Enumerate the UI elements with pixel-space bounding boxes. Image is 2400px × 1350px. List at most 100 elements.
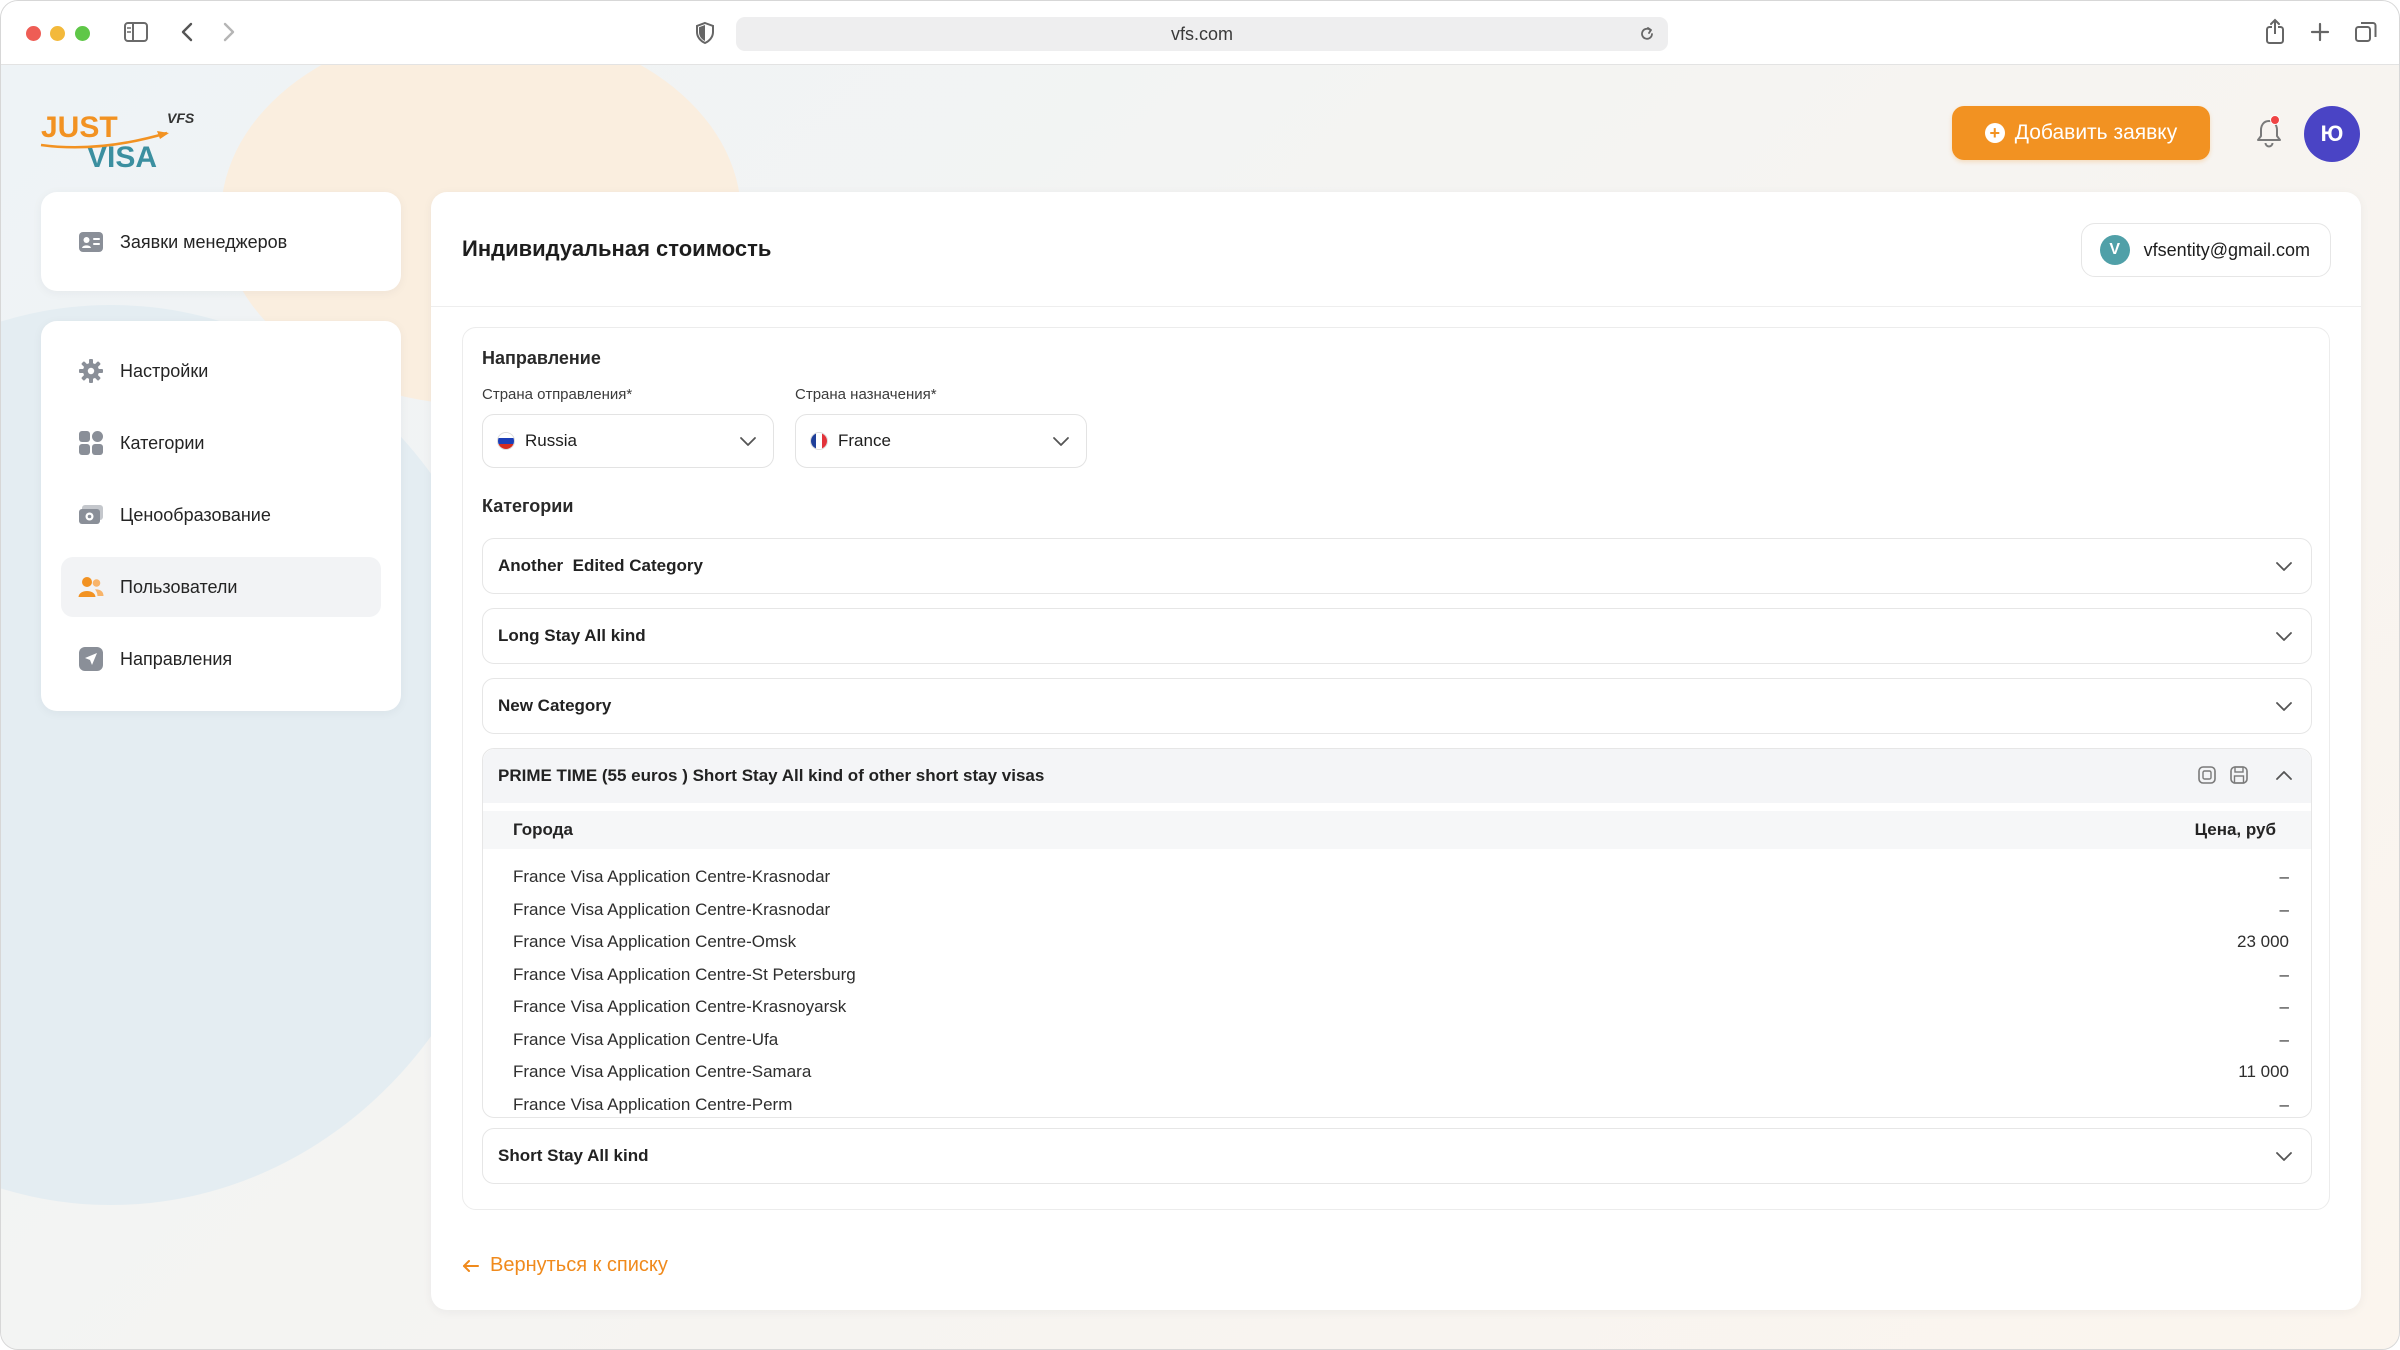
sidebar-item-label: Ценообразование [120, 504, 271, 525]
row-price: – [2279, 1094, 2289, 1114]
row-price: 23 000 [2237, 932, 2289, 952]
row-city: France Visa Application Centre-Krasnoyar… [513, 997, 847, 1017]
direction-section-label: Направление [482, 348, 601, 368]
category-header[interactable]: Short Stay All kind [483, 1129, 2311, 1183]
reload-icon[interactable] [1638, 25, 1656, 43]
row-city: France Visa Application Centre-Ufa [513, 1029, 779, 1049]
row-city: France Visa Application Centre-Krasnodar [513, 899, 831, 919]
shield-icon [696, 21, 714, 45]
column-cities: Города [513, 820, 573, 839]
chevron-down-icon [2276, 702, 2292, 711]
logo-tag: VFS [167, 110, 195, 126]
table-row[interactable]: France Visa Application Centre-St Peters… [483, 959, 2311, 992]
users-icon [78, 577, 104, 597]
category-name: New Category [498, 696, 612, 715]
table-row[interactable]: France Visa Application Centre-Krasnodar… [483, 861, 2311, 894]
sidebar-item-label: Настройки [120, 360, 209, 381]
russia-flag-icon [497, 432, 515, 450]
add-request-label: Добавить заявку [2014, 121, 2178, 144]
table-row[interactable]: France Visa Application Centre-Omsk 23 0… [483, 926, 2311, 959]
sidebar-item-categories[interactable]: Категории [61, 413, 381, 473]
row-price: – [2279, 964, 2289, 984]
url-text: vfs.com [1170, 24, 1233, 44]
user-email: vfsentity@gmail.com [2143, 239, 2310, 260]
header-divider [431, 306, 2361, 307]
forward-arrow-icon[interactable] [219, 19, 239, 45]
page-content: JUST VISA VFS + Добавить заявку Ю Заявки… [1, 65, 2399, 1349]
pricing-form: Направление Страна отправления* Russia С… [462, 327, 2330, 1210]
destination-country-select[interactable]: France [795, 414, 1087, 468]
category-name: Short Stay All kind [498, 1146, 649, 1165]
add-request-button[interactable]: + Добавить заявку [1952, 106, 2210, 160]
save-icon[interactable] [2229, 765, 2249, 785]
back-arrow-icon[interactable] [177, 19, 197, 45]
category-accordion: Short Stay All kind [482, 1128, 2312, 1184]
plus-circle-icon: + [1984, 123, 2005, 143]
new-tab-icon[interactable] [2309, 21, 2331, 43]
close-window-button[interactable] [26, 26, 41, 41]
category-header[interactable]: New Category [483, 679, 2311, 733]
category-accordion-open: PRIME TIME (55 euros ) Short Stay All ki… [482, 748, 2312, 1118]
browser-window: vfs.com JUST VISA VFS + Добавить заявку … [0, 0, 2400, 1350]
row-city: France Visa Application Centre-Samara [513, 1062, 812, 1082]
chevron-down-icon [2276, 1152, 2292, 1161]
row-price: – [2279, 997, 2289, 1017]
just-visa-logo[interactable]: JUST VISA VFS [39, 105, 199, 173]
category-accordion: Another Edited Category [482, 538, 2312, 594]
chevron-down-icon [1053, 437, 1069, 446]
category-tools [2197, 765, 2249, 785]
category-header[interactable]: Another Edited Category [483, 539, 2311, 593]
table-row[interactable]: France Visa Application Centre-Krasnodar… [483, 894, 2311, 927]
category-name: Long Stay All kind [498, 626, 646, 645]
sidebar-nav-card: Настройки Категории Ценообразование Поль… [41, 321, 401, 711]
row-price: 11 000 [2238, 1062, 2289, 1082]
prices-table-header: Города Цена, руб [483, 811, 2311, 849]
category-accordion: New Category [482, 678, 2312, 734]
address-bar[interactable]: vfs.com [736, 17, 1668, 51]
sidebar-toggle-icon[interactable] [123, 19, 149, 45]
row-city: France Visa Application Centre-Perm [513, 1094, 793, 1114]
main-panel: Индивидуальная стоимость V vfsentity@gma… [431, 192, 2361, 1310]
category-header[interactable]: PRIME TIME (55 euros ) Short Stay All ki… [483, 749, 2311, 803]
categories-section-label: Категории [482, 496, 574, 516]
sidebar-item-label: Категории [120, 432, 205, 453]
table-row[interactable]: France Visa Application Centre-Ufa – [483, 1024, 2311, 1057]
sidebar-item-settings[interactable]: Настройки [61, 341, 381, 401]
money-icon [79, 505, 103, 524]
avatar-letter: Ю [2320, 121, 2344, 146]
page-title: Индивидуальная стоимость [462, 236, 772, 261]
sidebar-item-label: Пользователи [120, 576, 238, 597]
sidebar-item-users[interactable]: Пользователи [61, 557, 381, 617]
logo-line1: JUST [41, 111, 118, 144]
minimize-window-button[interactable] [50, 26, 65, 41]
category-accordion: Long Stay All kind [482, 608, 2312, 664]
departure-country-select[interactable]: Russia [482, 414, 774, 468]
row-price: – [2279, 867, 2289, 887]
tabs-overview-icon[interactable] [2353, 19, 2379, 45]
row-city: France Visa Application Centre-Krasnodar [513, 867, 831, 887]
table-row[interactable]: France Visa Application Centre-Samara 11… [483, 1056, 2311, 1089]
table-row[interactable]: France Visa Application Centre-Perm – [483, 1089, 2311, 1122]
maximize-window-button[interactable] [75, 26, 90, 41]
sidebar-item-directions[interactable]: Направления [61, 629, 381, 689]
category-header[interactable]: Long Stay All kind [483, 609, 2311, 663]
row-city: France Visa Application Centre-Omsk [513, 932, 797, 952]
sidebar-item-manager-requests[interactable]: Заявки менеджеров [61, 212, 381, 272]
destination-country-label: Страна назначения* [795, 386, 937, 403]
email-avatar: V [2099, 235, 2130, 265]
user-email-chip[interactable]: V vfsentity@gmail.com [2080, 223, 2331, 277]
sidebar-item-pricing[interactable]: Ценообразование [61, 485, 381, 545]
share-icon[interactable] [2263, 17, 2287, 45]
chevron-down-icon [2276, 632, 2292, 641]
gear-icon [79, 359, 103, 383]
copy-icon[interactable] [2197, 765, 2217, 785]
row-price: – [2279, 1029, 2289, 1049]
departure-country-value: Russia [525, 431, 577, 450]
user-avatar[interactable]: Ю [2304, 106, 2360, 162]
back-to-list-link[interactable]: Вернуться к списку [462, 1254, 668, 1277]
table-row[interactable]: France Visa Application Centre-Krasnoyar… [483, 991, 2311, 1024]
departure-country-label: Страна отправления* [482, 386, 633, 403]
chevron-down-icon [2276, 562, 2292, 571]
grid-icon [79, 431, 103, 455]
chevron-down-icon [740, 437, 756, 446]
